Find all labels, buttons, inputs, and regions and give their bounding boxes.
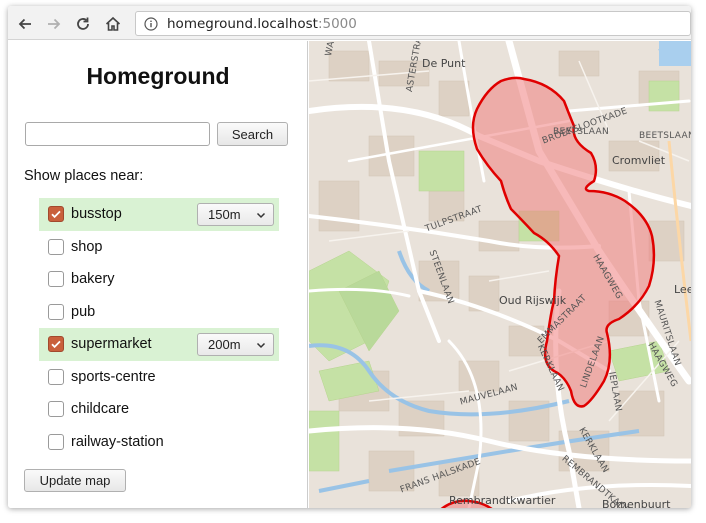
place-label: pub <box>71 303 96 320</box>
map-label: BEETSLAAN <box>639 131 691 141</box>
url-host: homeground.localhost <box>167 15 318 32</box>
sports-centre-checkbox[interactable] <box>48 368 64 385</box>
places-list: busstop 150m shop bakery pub supermarket… <box>39 198 279 458</box>
back-button[interactable] <box>14 13 36 35</box>
bakery-checkbox[interactable] <box>48 271 64 288</box>
place-item-bakery: bakery <box>39 263 279 296</box>
forward-button[interactable] <box>43 13 65 35</box>
browser-window: homeground.localhost:5000 Homeground Sea… <box>8 6 691 508</box>
place-item-sports-centre: sports-centre <box>39 361 279 394</box>
page-title: Homeground <box>86 63 230 89</box>
place-item-shop: shop <box>39 231 279 264</box>
map-label: Bomenbuurt <box>602 498 671 508</box>
map-label: BEETSLAAN <box>553 127 609 137</box>
home-icon <box>105 16 121 31</box>
back-arrow-icon <box>18 18 31 30</box>
info-icon[interactable] <box>144 16 158 31</box>
busstop-distance-select[interactable]: 150m <box>197 203 274 226</box>
busstop-checkbox[interactable] <box>48 206 64 223</box>
place-item-pub: pub <box>39 296 279 329</box>
checkmark-icon <box>51 341 61 349</box>
distance-value: 200m <box>208 337 241 352</box>
map-view[interactable]: WASSENAERSTRAAT ASTERSTRAAT De Punt BROE… <box>309 41 691 508</box>
supermarket-distance-select[interactable]: 200m <box>197 333 274 356</box>
reload-icon <box>77 17 89 30</box>
place-item-railway-station: railway-station <box>39 426 279 459</box>
railway-station-checkbox[interactable] <box>48 433 64 450</box>
supermarket-checkbox[interactable] <box>48 336 64 353</box>
place-label: childcare <box>71 401 130 418</box>
chevron-down-icon <box>256 212 266 219</box>
place-label: railway-station <box>71 433 164 450</box>
show-places-label: Show places near: <box>24 168 144 184</box>
pub-checkbox[interactable] <box>48 303 64 320</box>
place-item-childcare: childcare <box>39 393 279 426</box>
distance-value: 150m <box>208 207 241 222</box>
search-button[interactable]: Search <box>217 122 288 146</box>
reload-button[interactable] <box>72 13 94 35</box>
search-input[interactable] <box>25 122 210 146</box>
update-map-button[interactable]: Update map <box>24 469 126 492</box>
address-bar[interactable]: homeground.localhost:5000 <box>135 11 691 36</box>
checkmark-icon <box>51 211 61 219</box>
map-label: Rembrandtkwartier <box>449 494 556 507</box>
browser-toolbar: homeground.localhost:5000 <box>8 6 691 40</box>
place-label: shop <box>71 238 103 255</box>
url-port: :5000 <box>317 15 357 32</box>
place-item-supermarket: supermarket 200m <box>39 328 279 361</box>
place-label: busstop <box>71 206 122 223</box>
forward-arrow-icon <box>48 18 61 30</box>
map-canvas[interactable] <box>309 41 691 508</box>
shop-checkbox[interactable] <box>48 238 64 255</box>
map-label: Cromvliet <box>612 154 666 167</box>
map-label: De Punt <box>422 57 466 70</box>
chevron-down-icon <box>256 342 266 349</box>
map-label: Lee <box>674 283 691 296</box>
place-label: supermarket <box>71 336 152 353</box>
place-label: bakery <box>71 271 115 288</box>
childcare-checkbox[interactable] <box>48 401 64 418</box>
place-item-busstop: busstop 150m <box>39 198 279 231</box>
home-button[interactable] <box>102 13 124 35</box>
map-label: Oud Rijswijk <box>499 294 567 307</box>
side-panel: Homeground Search Show places near: buss… <box>8 41 308 508</box>
place-label: sports-centre <box>71 368 156 385</box>
